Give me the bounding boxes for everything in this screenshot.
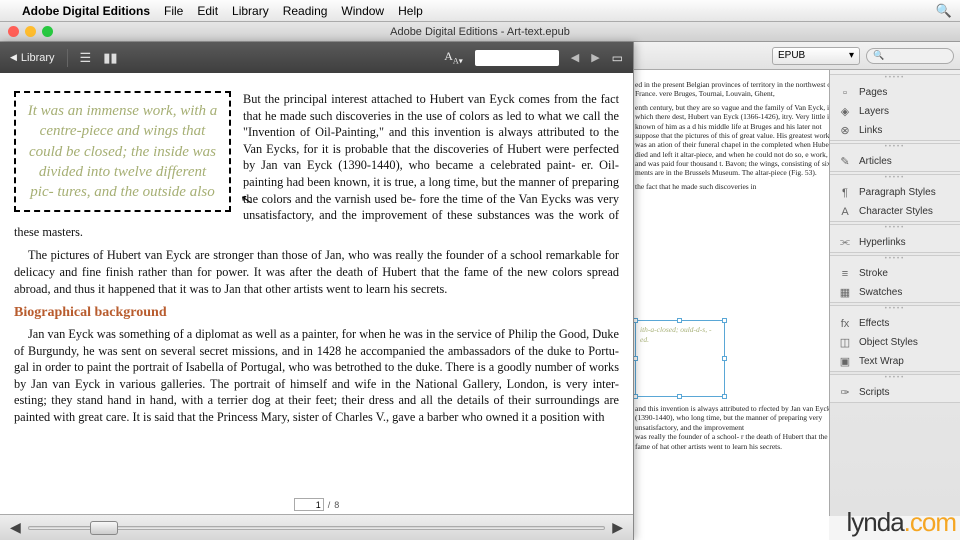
library-button[interactable]: ◀Library <box>10 52 55 64</box>
panel-layers[interactable]: ◈Layers <box>830 102 960 121</box>
page-indicator: / 8 <box>0 498 633 511</box>
panel-articles[interactable]: ✎Articles <box>830 152 960 171</box>
ade-footer: / 8 ◀ ▶ <box>0 514 633 540</box>
indesign-search[interactable]: 🔍 <box>866 48 954 64</box>
menu-window[interactable]: Window <box>341 4 384 18</box>
menu-library[interactable]: Library <box>232 4 269 18</box>
traffic-lights <box>0 26 53 37</box>
layers-icon: ◈ <box>838 105 852 118</box>
menu-help[interactable]: Help <box>398 4 423 18</box>
back-triangle-icon: ◀ <box>10 52 17 63</box>
prev-page-button[interactable]: ◀ <box>10 519 21 536</box>
window-titlebar: Adobe Digital Editions - Art-text.epub <box>0 22 960 42</box>
reading-area[interactable]: It was an immense work, with a centre-pi… <box>0 73 633 514</box>
page-total: 8 <box>334 500 339 510</box>
workspace-switcher[interactable]: EPUB▾ <box>772 47 860 65</box>
stroke-icon: ≡ <box>838 268 852 280</box>
panel-hyperlinks[interactable]: ⫘Hyperlinks <box>830 233 960 252</box>
panel-text-wrap[interactable]: ▣Text Wrap <box>830 352 960 371</box>
panel-character-styles[interactable]: ACharacter Styles <box>830 202 960 221</box>
selected-text-frame[interactable]: ith-a-closed; ould-d-s, -ed. <box>635 320 725 397</box>
next-page-button[interactable]: ▶ <box>612 519 623 536</box>
zoom-button[interactable] <box>42 26 53 37</box>
body-paragraph: The pictures of Hubert van Eyck are stro… <box>14 247 619 297</box>
paragraph-styles-icon: ¶ <box>838 187 852 199</box>
panel-paragraph-styles[interactable]: ¶Paragraph Styles <box>830 183 960 202</box>
character-styles-icon: A <box>838 206 852 218</box>
panel-stroke[interactable]: ≡Stroke <box>830 264 960 283</box>
panel-scripts[interactable]: ✑Scripts <box>830 383 960 402</box>
panel-dock: ••••• ▫Pages ◈Layers ⊗Links ••••• ✎Artic… <box>829 70 960 516</box>
menu-file[interactable]: File <box>164 4 183 18</box>
articles-icon: ✎ <box>838 155 852 168</box>
page-current-input[interactable] <box>294 498 324 511</box>
page-slider-thumb[interactable] <box>90 521 118 535</box>
font-size-button[interactable]: AA▾ <box>444 49 462 65</box>
minimize-button[interactable] <box>25 26 36 37</box>
panel-pages[interactable]: ▫Pages <box>830 83 960 102</box>
scripts-icon: ✑ <box>838 386 852 399</box>
app-menu[interactable]: Adobe Digital Editions <box>22 4 150 18</box>
menu-edit[interactable]: Edit <box>197 4 218 18</box>
panel-links[interactable]: ⊗Links <box>830 121 960 140</box>
mac-menubar: Adobe Digital Editions File Edit Library… <box>0 0 960 22</box>
pages-icon: ▫ <box>838 87 852 99</box>
swatches-icon: ▦ <box>838 286 852 299</box>
close-button[interactable] <box>8 26 19 37</box>
object-styles-icon: ◫ <box>838 336 852 349</box>
text-wrap-icon: ▣ <box>838 355 852 368</box>
search-input[interactable] <box>475 50 559 66</box>
ade-toolbar: ◀Library ☰ ▮▮ AA▾ ◀ ▶ ▭ <box>0 42 633 73</box>
watermark: lynda.com <box>847 507 957 538</box>
links-icon: ⊗ <box>838 124 852 137</box>
fullscreen-icon[interactable]: ▭ <box>612 51 623 65</box>
toc-icon[interactable]: ☰ <box>80 50 92 66</box>
bookmarks-icon[interactable]: ▮▮ <box>103 50 117 66</box>
panel-effects[interactable]: fxEffects <box>830 314 960 333</box>
spotlight-icon[interactable]: 🔍 <box>936 3 952 19</box>
menu-reading[interactable]: Reading <box>283 4 328 18</box>
prev-result-icon[interactable]: ◀ <box>571 51 579 64</box>
indesign-page-text: ed in the present Belgian provinces of t… <box>635 80 829 195</box>
ade-window: ◀Library ☰ ▮▮ AA▾ ◀ ▶ ▭ It was an immens… <box>0 42 634 540</box>
next-result-icon[interactable]: ▶ <box>591 51 599 64</box>
window-title: Adobe Digital Editions - Art-text.epub <box>390 26 570 38</box>
panel-object-styles[interactable]: ◫Object Styles <box>830 333 960 352</box>
pullquote: It was an immense work, with a centre-pi… <box>14 91 231 212</box>
frame-text: ith-a-closed; ould-d-s, -ed. <box>636 321 724 349</box>
effects-icon: fx <box>838 318 852 330</box>
indesign-page-text: and this invention is always attributed … <box>635 404 829 451</box>
panel-swatches[interactable]: ▦Swatches <box>830 283 960 302</box>
body-paragraph: Jan van Eyck was something of a diplomat… <box>14 326 619 426</box>
section-heading: Biographical background <box>14 304 619 323</box>
hyperlinks-icon: ⫘ <box>838 236 852 249</box>
